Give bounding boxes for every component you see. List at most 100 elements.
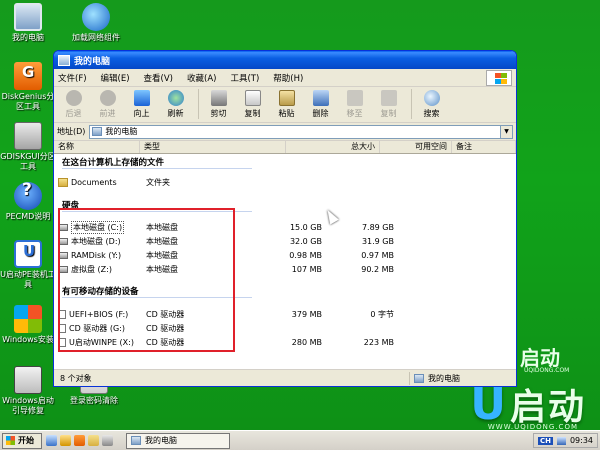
folder-icon: [58, 178, 68, 187]
quick-launch: [46, 435, 116, 446]
column-note[interactable]: 备注: [452, 141, 516, 153]
address-value: 我的电脑: [105, 127, 138, 136]
back-button[interactable]: 后退: [58, 89, 89, 119]
move-to-icon: [346, 90, 363, 106]
paste-button[interactable]: 粘贴: [271, 89, 302, 119]
arrow-right-icon: [99, 90, 116, 106]
computer-icon: [58, 54, 70, 66]
desktop-icon-diskgenius[interactable]: DiskGenius分区工具: [0, 62, 56, 112]
column-total[interactable]: 总大小: [286, 141, 380, 153]
start-button[interactable]: 开始: [2, 432, 42, 449]
delete-icon: [312, 90, 329, 106]
refresh-icon: [167, 90, 184, 106]
copy-to-icon: [380, 90, 397, 106]
copy-to-button[interactable]: 复制: [373, 89, 404, 119]
item-total: 280 MB: [291, 338, 322, 347]
windows-logo-icon: [486, 70, 512, 86]
computer-icon: [131, 436, 141, 445]
copy-button[interactable]: 复制: [237, 89, 268, 119]
clock[interactable]: 09:34: [570, 436, 593, 445]
tool-icon[interactable]: [60, 435, 71, 446]
highlight-box: [58, 208, 235, 352]
group-divider: [62, 168, 252, 169]
item-free: 31.9 GB: [361, 237, 394, 246]
scissors-icon: [210, 90, 227, 106]
item-total: 379 MB: [291, 310, 322, 319]
group-files: 在这台计算机上存储的文件: [62, 158, 165, 168]
item-free: 0 字节: [370, 310, 394, 319]
windows-icon: [14, 305, 42, 333]
search-icon: [423, 90, 440, 106]
column-type[interactable]: 类型: [140, 141, 286, 153]
computer-icon: [14, 3, 42, 31]
menu-favorites[interactable]: 收藏(A): [187, 72, 216, 84]
u-installer-icon: [14, 240, 42, 268]
toolbar-separator: [411, 89, 412, 119]
help-icon: [14, 182, 42, 210]
list-header: 名称 类型 总大小 可用空间 备注: [54, 141, 516, 154]
item-total: 15.0 GB: [289, 223, 322, 232]
toolbar-separator: [198, 89, 199, 119]
taskbar: 开始 我的电脑 CH 09:34: [0, 430, 600, 450]
menu-file[interactable]: 文件(F): [58, 72, 87, 84]
menu-edit[interactable]: 编辑(E): [101, 72, 130, 84]
desktop-icon[interactable]: [46, 435, 57, 446]
status-bar: 8 个对象 我的电脑: [54, 369, 516, 386]
up-button[interactable]: 向上: [126, 89, 157, 119]
arrow-left-icon: [65, 90, 82, 106]
column-free[interactable]: 可用空间: [380, 141, 452, 153]
address-input[interactable]: 我的电脑 ▼: [89, 124, 513, 139]
globe-icon: [82, 3, 110, 31]
refresh-button[interactable]: 刷新: [160, 89, 191, 119]
brand-url-small: UQIDONG.COM: [524, 367, 570, 374]
list-item-documents[interactable]: Documents 文件夹: [54, 176, 516, 189]
item-type: 文件夹: [146, 178, 170, 187]
delete-button[interactable]: 删除: [305, 89, 336, 119]
search-button[interactable]: 搜索: [416, 89, 447, 119]
status-count: 8 个对象: [54, 371, 410, 385]
network-icon[interactable]: [556, 436, 566, 445]
item-name: Documents: [58, 178, 117, 187]
chevron-down-icon[interactable]: ▼: [500, 125, 512, 138]
computer-icon: [92, 127, 103, 136]
status-location: 我的电脑: [410, 373, 460, 384]
diskgenius-icon[interactable]: [74, 435, 85, 446]
boot-repair-icon: [14, 366, 42, 394]
menu-bar: 文件(F) 编辑(E) 查看(V) 收藏(A) 工具(T) 帮助(H): [54, 69, 516, 87]
item-free: 7.89 GB: [361, 223, 394, 232]
item-total: 32.0 GB: [289, 237, 322, 246]
item-total: 0.98 MB: [289, 251, 322, 260]
item-free: 90.2 MB: [361, 265, 394, 274]
input-language[interactable]: CH: [537, 436, 553, 445]
desktop-icon-installer[interactable]: U启动PE装机工具: [0, 240, 56, 290]
folder-icon[interactable]: [88, 435, 99, 446]
column-name[interactable]: 名称: [54, 141, 140, 153]
arrow-up-icon: [133, 90, 150, 106]
toolbar: 后退 前进 向上 刷新 剪切 复制 粘贴 删除 移至 复制 搜索: [54, 87, 516, 123]
desktop-icon-windows-setup[interactable]: Windows安装: [0, 305, 56, 345]
desktop-icon-my-computer[interactable]: 我的电脑: [0, 3, 56, 43]
diskgenius-icon: [14, 62, 42, 90]
menu-help[interactable]: 帮助(H): [273, 72, 303, 84]
desktop-icon-network[interactable]: 加载网络组件: [64, 3, 128, 43]
copy-icon: [244, 90, 261, 106]
item-free: 0.97 MB: [361, 251, 394, 260]
task-my-computer[interactable]: 我的电脑: [126, 432, 230, 449]
address-bar: 地址(D) 我的电脑 ▼: [54, 123, 516, 141]
clipboard-icon: [278, 90, 295, 106]
forward-button[interactable]: 前进: [92, 89, 123, 119]
disk-tool-icon: [14, 122, 42, 150]
item-free: 223 MB: [363, 338, 394, 347]
desktop-icon-pecmd[interactable]: PECMD说明: [0, 182, 56, 222]
menu-view[interactable]: 查看(V): [144, 72, 173, 84]
desktop-icon-gdiskgui[interactable]: GDISKGUI分区工具: [0, 122, 56, 172]
computer-icon: [414, 373, 424, 383]
partition-icon[interactable]: [102, 435, 113, 446]
menu-tools[interactable]: 工具(T): [230, 72, 259, 84]
item-total: 107 MB: [291, 265, 322, 274]
title-bar[interactable]: 我的电脑: [54, 51, 516, 69]
cut-button[interactable]: 剪切: [203, 89, 234, 119]
desktop-icon-boot-repair[interactable]: Windows启动引导修复: [0, 366, 56, 416]
move-to-button[interactable]: 移至: [339, 89, 370, 119]
system-tray: CH 09:34: [532, 433, 598, 448]
